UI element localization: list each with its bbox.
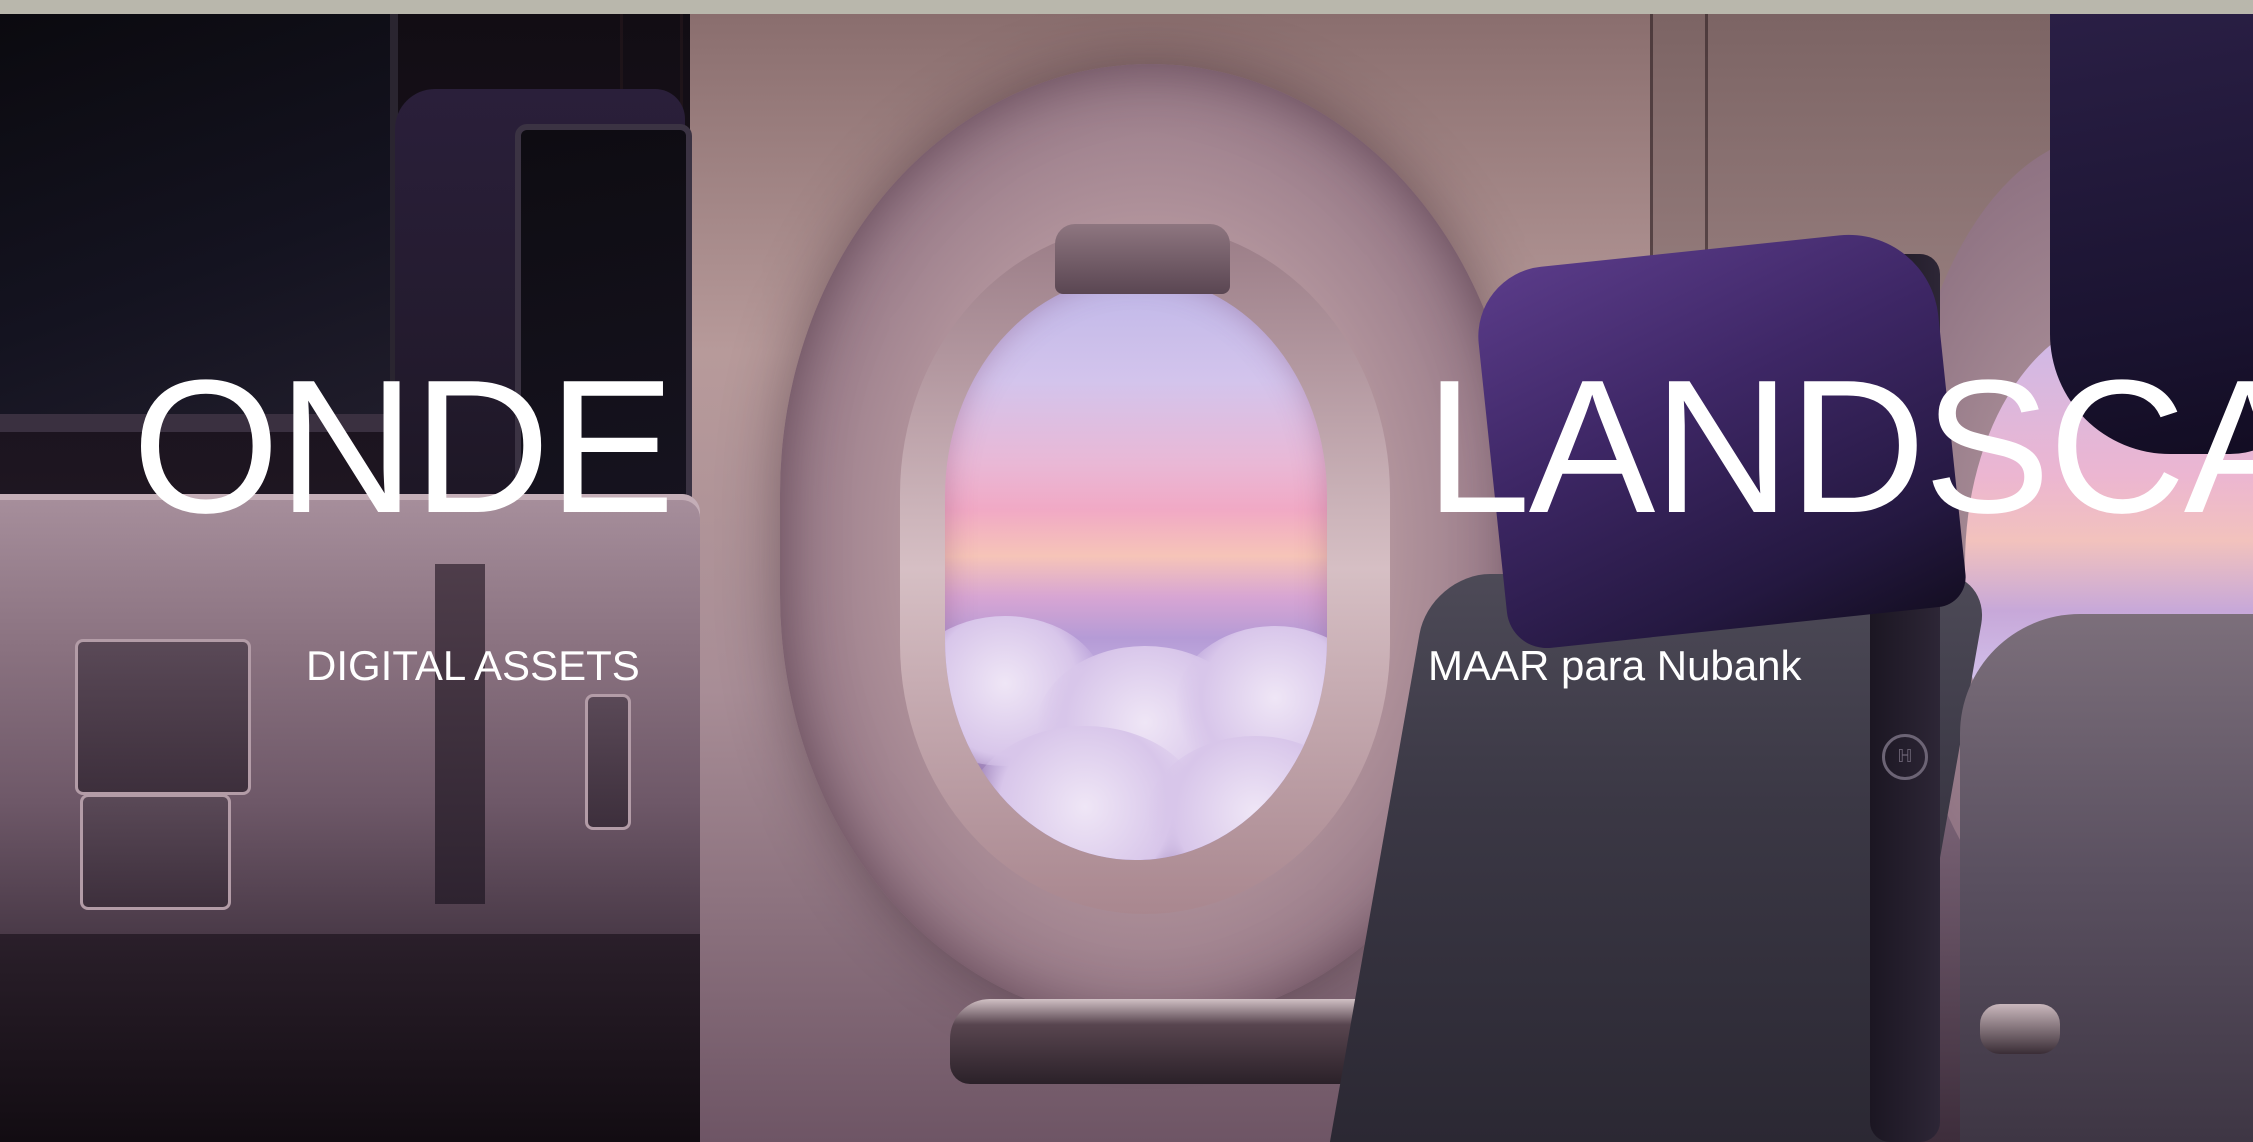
tray-compartment [80,794,231,910]
tray-latch [585,694,631,830]
top-border-strip [0,0,2253,14]
armrest [950,999,1410,1084]
seat-brand-icon: ℍ [1882,734,1928,780]
airplane-window-view [945,276,1327,860]
cabin-floor [0,934,700,1142]
project-link-onde[interactable] [120,340,700,700]
armrest-right [1980,1004,2060,1054]
window-shade [1055,224,1230,294]
project-link-landscape[interactable] [1415,340,2253,700]
